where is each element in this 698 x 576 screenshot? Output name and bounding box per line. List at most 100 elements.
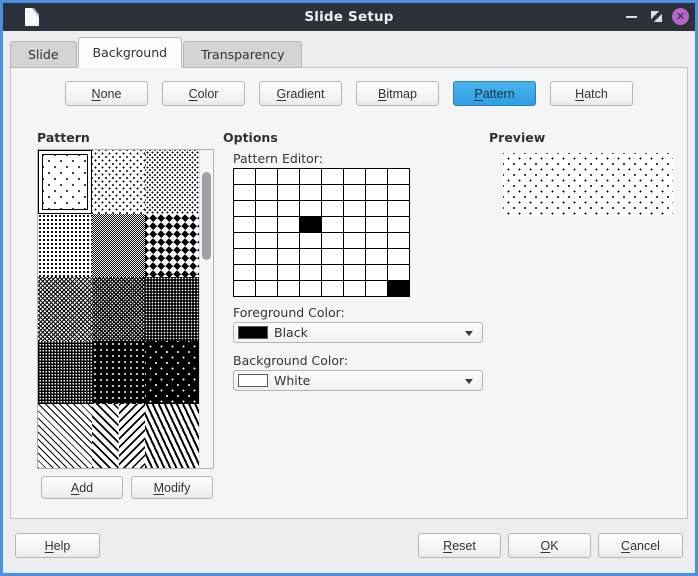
pattern-editor-cell[interactable] <box>343 264 365 280</box>
pattern-editor-cell[interactable] <box>387 200 409 216</box>
pattern-editor-cell[interactable] <box>387 280 409 296</box>
pattern-editor-cell[interactable] <box>277 248 299 264</box>
pattern-editor-cell[interactable] <box>299 168 321 184</box>
pattern-swatch-dots-sparse[interactable] <box>38 150 92 214</box>
pattern-swatch-dither-50[interactable] <box>92 214 146 278</box>
pattern-editor-cell[interactable] <box>277 232 299 248</box>
pattern-swatch-herringbone[interactable] <box>92 404 146 468</box>
pattern-editor-cell[interactable] <box>299 184 321 200</box>
pattern-editor-cell[interactable] <box>277 184 299 200</box>
pattern-editor-cell[interactable] <box>343 280 365 296</box>
pattern-editor-cell[interactable] <box>387 168 409 184</box>
pattern-editor-cell[interactable] <box>299 200 321 216</box>
pattern-editor-cell[interactable] <box>343 232 365 248</box>
help-button[interactable]: Help <box>15 533 100 558</box>
pattern-editor-cell[interactable] <box>387 216 409 232</box>
background-color-dropdown[interactable]: White <box>233 370 483 391</box>
pattern-editor-cell[interactable] <box>277 264 299 280</box>
pattern-editor-cell[interactable] <box>321 232 343 248</box>
color-button[interactable]: Color <box>162 81 245 106</box>
pattern-swatch-diagonal-lines-steep[interactable] <box>145 404 199 468</box>
pattern-editor-cell[interactable] <box>233 280 255 296</box>
restore-icon[interactable] <box>651 11 662 22</box>
tab-slide[interactable]: Slide <box>10 41 77 68</box>
tab-transparency[interactable]: Transparency <box>183 41 302 68</box>
pattern-editor-cell[interactable] <box>233 216 255 232</box>
pattern-editor-cell[interactable] <box>255 184 277 200</box>
pattern-swatch-crosshatch-dark[interactable] <box>92 277 146 341</box>
pattern-editor-cell[interactable] <box>233 168 255 184</box>
pattern-editor-cell[interactable] <box>277 200 299 216</box>
pattern-swatch-dots-grid[interactable] <box>38 214 92 278</box>
pattern-editor-cell[interactable] <box>299 280 321 296</box>
pattern-editor-cell[interactable] <box>255 280 277 296</box>
pattern-editor-cell[interactable] <box>255 200 277 216</box>
pattern-editor-cell[interactable] <box>277 216 299 232</box>
pattern-editor-cell[interactable] <box>321 248 343 264</box>
pattern-editor-cell[interactable] <box>277 168 299 184</box>
none-button[interactable]: None <box>65 81 148 106</box>
cancel-button[interactable]: Cancel <box>598 533 683 558</box>
pattern-editor-cell[interactable] <box>255 248 277 264</box>
pattern-editor-cell[interactable] <box>255 232 277 248</box>
pattern-editor-cell[interactable] <box>233 264 255 280</box>
pattern-swatch-inverse-dot-grid[interactable] <box>92 341 146 405</box>
pattern-button[interactable]: Pattern <box>453 81 536 106</box>
pattern-editor-cell[interactable] <box>277 280 299 296</box>
pattern-swatch-dots-medium[interactable] <box>92 150 146 214</box>
pattern-editor-cell[interactable] <box>233 184 255 200</box>
pattern-editor-cell[interactable] <box>299 248 321 264</box>
pattern-editor-cell[interactable] <box>255 264 277 280</box>
add-button[interactable]: Add <box>41 476 123 499</box>
pattern-swatch-woven-dark[interactable] <box>145 277 199 341</box>
pattern-editor-cell[interactable] <box>321 264 343 280</box>
pattern-editor-cell[interactable] <box>365 248 387 264</box>
pattern-editor-cell[interactable] <box>343 248 365 264</box>
pattern-editor-cell[interactable] <box>387 248 409 264</box>
pattern-swatch-dither-75[interactable] <box>38 341 92 405</box>
pattern-editor-cell[interactable] <box>321 168 343 184</box>
scrollbar-thumb[interactable] <box>202 172 211 260</box>
pattern-editor-cell[interactable] <box>299 264 321 280</box>
foreground-color-dropdown[interactable]: Black <box>233 322 483 343</box>
pattern-editor-cell[interactable] <box>233 232 255 248</box>
pattern-editor-cell[interactable] <box>365 184 387 200</box>
modify-button[interactable]: Modify <box>131 476 213 499</box>
pattern-editor-cell[interactable] <box>365 280 387 296</box>
pattern-editor-cell[interactable] <box>321 280 343 296</box>
pattern-editor-cell[interactable] <box>365 216 387 232</box>
reset-button[interactable]: Reset <box>418 533 501 558</box>
tab-background[interactable]: Background <box>78 37 183 68</box>
pattern-editor-cell[interactable] <box>343 184 365 200</box>
pattern-editor-cell[interactable] <box>299 232 321 248</box>
pattern-editor-cell[interactable] <box>365 264 387 280</box>
pattern-editor-cell[interactable] <box>255 216 277 232</box>
close-icon[interactable]: ✕ <box>672 8 689 25</box>
pattern-editor-cell[interactable] <box>321 184 343 200</box>
pattern-editor-cell[interactable] <box>365 232 387 248</box>
pattern-editor-cell[interactable] <box>321 216 343 232</box>
pattern-editor-cell[interactable] <box>387 232 409 248</box>
pattern-editor-cell[interactable] <box>365 168 387 184</box>
pattern-editor-cell[interactable] <box>387 264 409 280</box>
pattern-editor-cell[interactable] <box>233 248 255 264</box>
pattern-swatch-crosshatch-light[interactable] <box>38 277 92 341</box>
pattern-editor-cell[interactable] <box>343 216 365 232</box>
pattern-editor-cell[interactable] <box>321 200 343 216</box>
pattern-editor-cell[interactable] <box>299 216 321 232</box>
pattern-swatch-dots-dense[interactable] <box>145 150 199 214</box>
gradient-button[interactable]: Gradient <box>259 81 342 106</box>
pattern-editor-cell[interactable] <box>343 168 365 184</box>
pattern-swatch-diagonal-checker[interactable] <box>145 214 199 278</box>
pattern-editor-cell[interactable] <box>343 200 365 216</box>
pattern-list-scrollbar[interactable] <box>199 150 213 468</box>
bitmap-button[interactable]: Bitmap <box>356 81 439 106</box>
pattern-editor-cell[interactable] <box>365 200 387 216</box>
pattern-editor-cell[interactable] <box>255 168 277 184</box>
minimize-icon[interactable] <box>626 16 637 18</box>
pattern-swatch-inverse-dots-sparse[interactable] <box>145 341 199 405</box>
hatch-button[interactable]: Hatch <box>550 81 633 106</box>
pattern-editor-cell[interactable] <box>387 184 409 200</box>
pattern-editor-cell[interactable] <box>233 200 255 216</box>
pattern-swatch-diagonal-lines[interactable] <box>38 404 92 468</box>
